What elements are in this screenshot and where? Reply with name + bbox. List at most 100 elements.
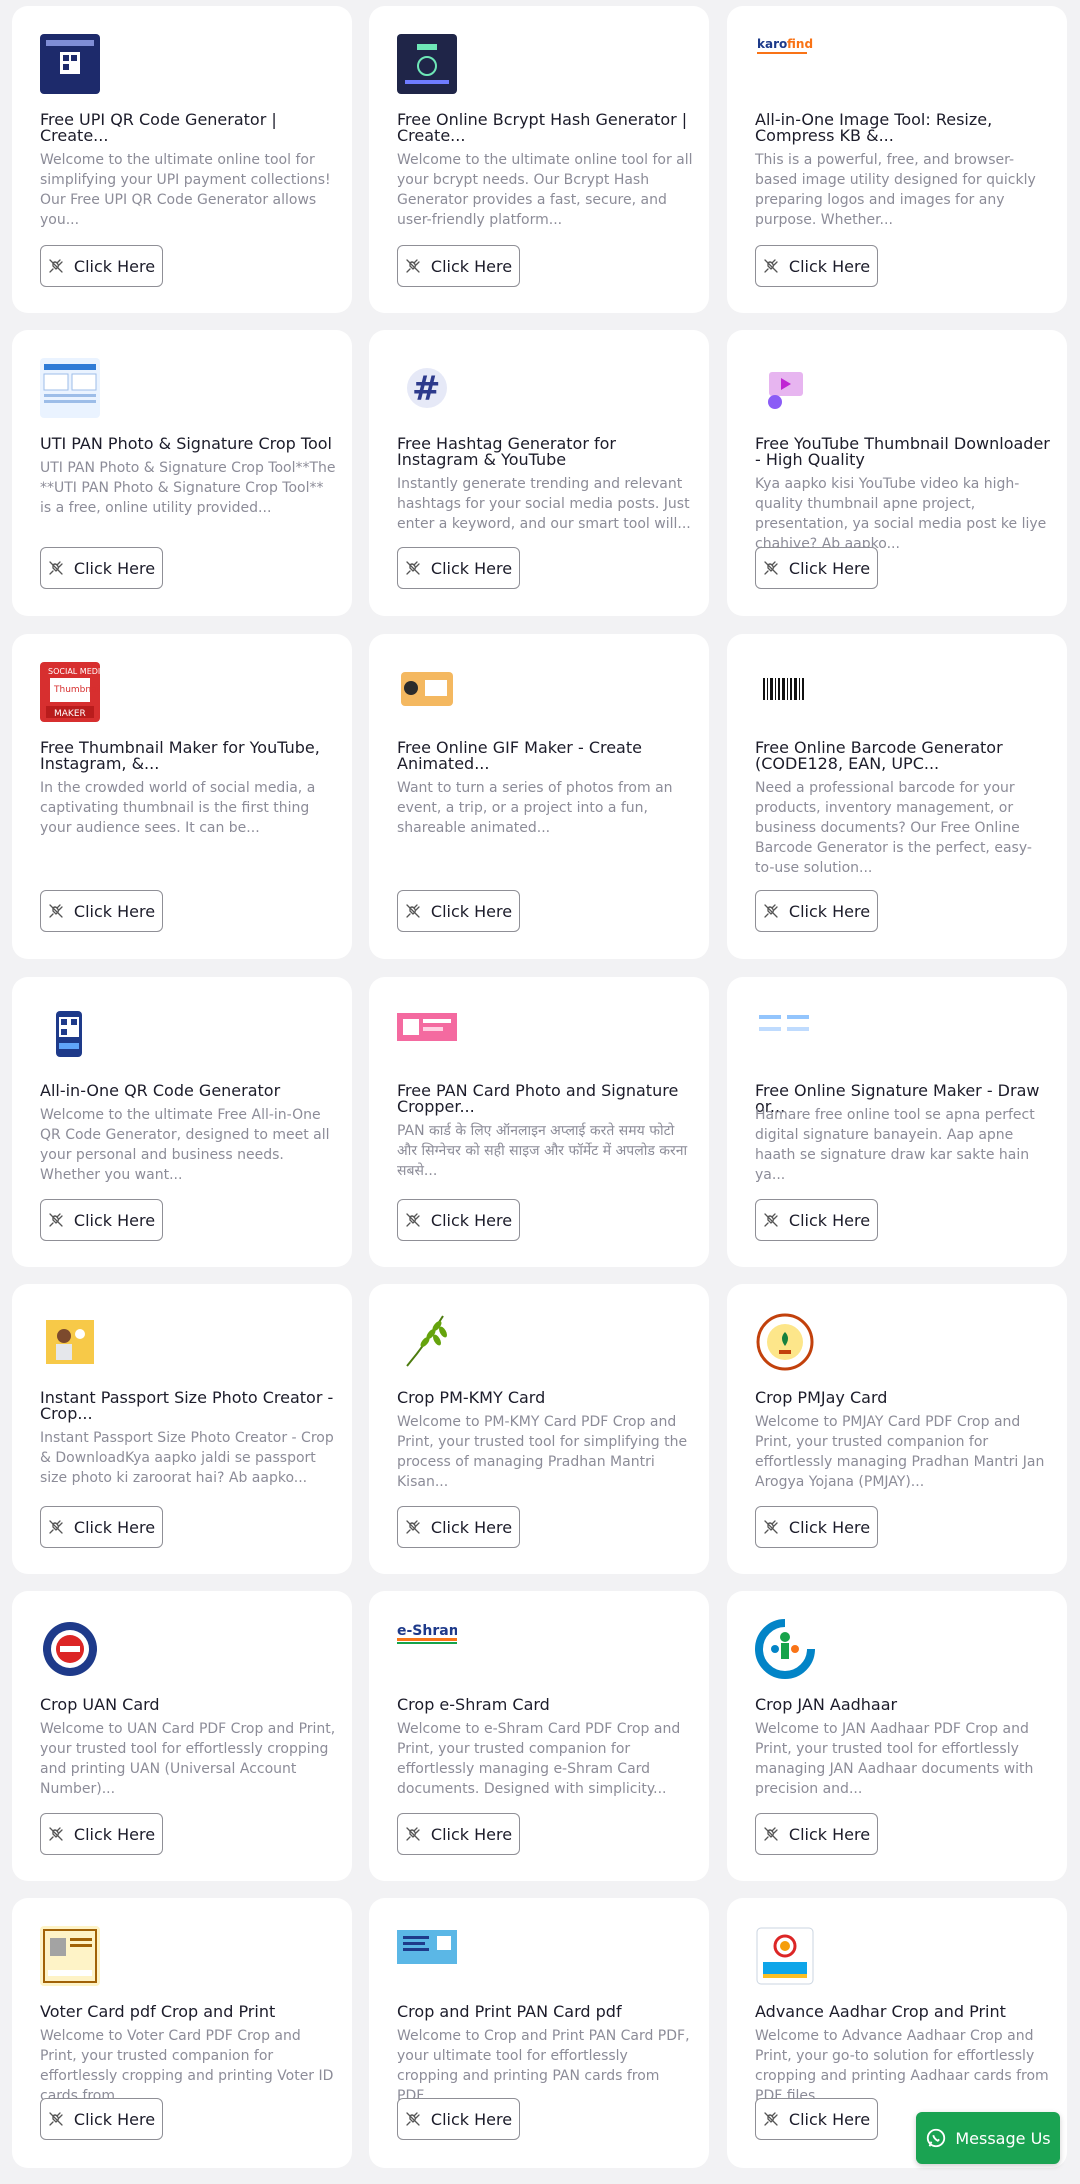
click-here-button[interactable]: Click Here <box>397 1199 520 1241</box>
card-title[interactable]: All-in-One QR Code Generator <box>40 1083 336 1099</box>
plug-icon <box>764 1213 778 1227</box>
svg-text:find: find <box>787 37 813 51</box>
card-title[interactable]: Crop UAN Card <box>40 1697 336 1713</box>
click-here-label: Click Here <box>73 1824 156 1844</box>
click-here-button[interactable]: Click Here <box>755 2098 878 2140</box>
aadhaar-logo <box>755 1926 815 1986</box>
click-here-button[interactable]: Click Here <box>755 245 878 287</box>
plug-icon <box>764 561 778 575</box>
plug-icon <box>49 904 63 918</box>
click-here-button[interactable]: Click Here <box>40 1199 163 1241</box>
svg-text:SOCIAL MEDIA: SOCIAL MEDIA <box>48 667 100 676</box>
click-here-button[interactable]: Click Here <box>40 890 163 932</box>
card-description: Kya aapko kisi YouTube video ka high-qua… <box>755 476 1047 552</box>
card-title[interactable]: Instant Passport Size Photo Creator - Cr… <box>40 1390 336 1422</box>
click-here-button[interactable]: Click Here <box>397 547 520 589</box>
card-description: Welcome to JAN Aadhaar PDF Crop and Prin… <box>755 1721 1034 1797</box>
whatsapp-icon <box>927 2128 946 2148</box>
card-description: Welcome to the ultimate online tool for … <box>40 152 331 228</box>
click-here-label: Click Here <box>73 1210 156 1230</box>
click-here-label: Click Here <box>430 558 513 578</box>
card-title[interactable]: Free Thumbnail Maker for YouTube, Instag… <box>40 740 336 772</box>
click-here-button[interactable]: Click Here <box>397 1506 520 1548</box>
card-title[interactable]: Advance Aadhar Crop and Print <box>755 2004 1051 2020</box>
click-here-button[interactable]: Click Here <box>397 890 520 932</box>
card-title[interactable]: Free Online GIF Maker - Create Animated.… <box>397 740 693 772</box>
card-title[interactable]: Crop JAN Aadhaar <box>755 1697 1051 1713</box>
pan-card-print-thumbnail <box>397 1926 457 1986</box>
gif-maker-thumbnail <box>397 662 457 722</box>
click-here-button[interactable]: Click Here <box>40 1506 163 1548</box>
card-description: Instant Passport Size Photo Creator - Cr… <box>40 1430 334 1486</box>
plug-icon <box>406 1827 420 1841</box>
tool-card: SOCIAL MEDIA Thumbnail MAKER Free Thumbnail… <box>12 634 352 959</box>
plug-icon <box>49 1827 63 1841</box>
click-here-button[interactable]: Click Here <box>40 245 163 287</box>
click-here-label: Click Here <box>788 901 871 921</box>
card-title[interactable]: Voter Card pdf Crop and Print <box>40 2004 336 2020</box>
card-title[interactable]: Crop e-Shram Card <box>397 1697 693 1713</box>
card-title[interactable]: Free Online Bcrypt Hash Generator | Crea… <box>397 112 693 144</box>
click-here-button[interactable]: Click Here <box>755 1813 878 1855</box>
plug-icon <box>406 2112 420 2126</box>
click-here-button[interactable]: Click Here <box>40 2098 163 2140</box>
tool-card: Free PAN Card Photo and Signature Croppe… <box>369 977 709 1267</box>
card-title[interactable]: All-in-One Image Tool: Resize, Compress … <box>755 112 1051 144</box>
plug-icon <box>406 904 420 918</box>
epfo-logo <box>40 1619 100 1679</box>
plug-icon <box>764 1827 778 1841</box>
card-title[interactable]: Crop PM-KMY Card <box>397 1390 693 1406</box>
click-here-button[interactable]: Click Here <box>755 890 878 932</box>
click-here-button[interactable]: Click Here <box>397 2098 520 2140</box>
bcrypt-thumbnail <box>397 34 457 94</box>
card-description: Welcome to the ultimate Free All-in-One … <box>40 1107 330 1183</box>
tool-card: Free YouTube Thumbnail Downloader - High… <box>727 330 1067 616</box>
svg-text:e-Shram: e-Shram <box>397 1623 457 1639</box>
click-here-label: Click Here <box>430 901 513 921</box>
click-here-button[interactable]: Click Here <box>397 1813 520 1855</box>
tool-card: Free UPI QR Code Generator | Create... We… <box>12 6 352 313</box>
card-description: Welcome to the ultimate online tool for … <box>397 152 693 228</box>
card-title[interactable]: Free YouTube Thumbnail Downloader - High… <box>755 436 1051 468</box>
tool-card: Crop PMJay Card Welcome to PMJAY Card PDF… <box>727 1284 1067 1574</box>
tool-card: Instant Passport Size Photo Creator - Cr… <box>12 1284 352 1574</box>
svg-text:MAKER: MAKER <box>54 709 86 719</box>
card-description: This is a powerful, free, and browser-ba… <box>755 152 1036 228</box>
card-title[interactable]: Free Hashtag Generator for Instagram & Y… <box>397 436 693 468</box>
card-title[interactable]: Crop and Print PAN Card pdf <box>397 2004 693 2020</box>
card-description: Welcome to PM-KMY Card PDF Crop and Prin… <box>397 1414 688 1490</box>
click-here-button[interactable]: Click Here <box>755 1199 878 1241</box>
pan-form-thumbnail <box>40 358 100 418</box>
click-here-button[interactable]: Click Here <box>755 547 878 589</box>
message-us-label: Message Us <box>955 2128 1051 2148</box>
click-here-button[interactable]: Click Here <box>40 1813 163 1855</box>
barcode-icon <box>755 662 815 722</box>
qr-phone-icon <box>40 1005 100 1065</box>
card-title[interactable]: Free UPI QR Code Generator | Create... <box>40 112 336 144</box>
click-here-label: Click Here <box>430 256 513 276</box>
click-here-label: Click Here <box>430 1210 513 1230</box>
card-title[interactable]: UTI PAN Photo & Signature Crop Tool <box>40 436 336 452</box>
thumbnail-maker-thumbnail: SOCIAL MEDIA Thumbnail MAKER <box>40 662 100 722</box>
card-title[interactable]: Crop PMJay Card <box>755 1390 1051 1406</box>
card-description: UTI PAN Photo & Signature Crop Tool**The… <box>40 460 336 516</box>
click-here-button[interactable]: Click Here <box>755 1506 878 1548</box>
click-here-label: Click Here <box>430 1517 513 1537</box>
tool-card: UTI PAN Photo & Signature Crop Tool UTI P… <box>12 330 352 616</box>
upi-qr-thumbnail <box>40 34 100 94</box>
tool-card: karo find All-in-One Image Tool: Resize, C… <box>727 6 1067 313</box>
plug-icon <box>49 1520 63 1534</box>
click-here-button[interactable]: Click Here <box>397 245 520 287</box>
click-here-label: Click Here <box>73 1517 156 1537</box>
card-description: Welcome to Advance Aadhaar Crop and Prin… <box>755 2028 1049 2104</box>
message-us-button[interactable]: Message Us <box>916 2112 1060 2164</box>
tool-card: All-in-One QR Code Generator Welcome to t… <box>12 977 352 1267</box>
card-title[interactable]: Free Online Barcode Generator (CODE128, … <box>755 740 1051 772</box>
svg-text:karo: karo <box>757 37 787 51</box>
card-title[interactable]: Free PAN Card Photo and Signature Croppe… <box>397 1083 693 1115</box>
click-here-button[interactable]: Click Here <box>40 547 163 589</box>
card-description: PAN कार्ड के लिए ऑनलाइन अप्लाई करते समय … <box>397 1123 688 1179</box>
click-here-label: Click Here <box>788 256 871 276</box>
click-here-label: Click Here <box>788 1824 871 1844</box>
plug-icon <box>764 2112 778 2126</box>
